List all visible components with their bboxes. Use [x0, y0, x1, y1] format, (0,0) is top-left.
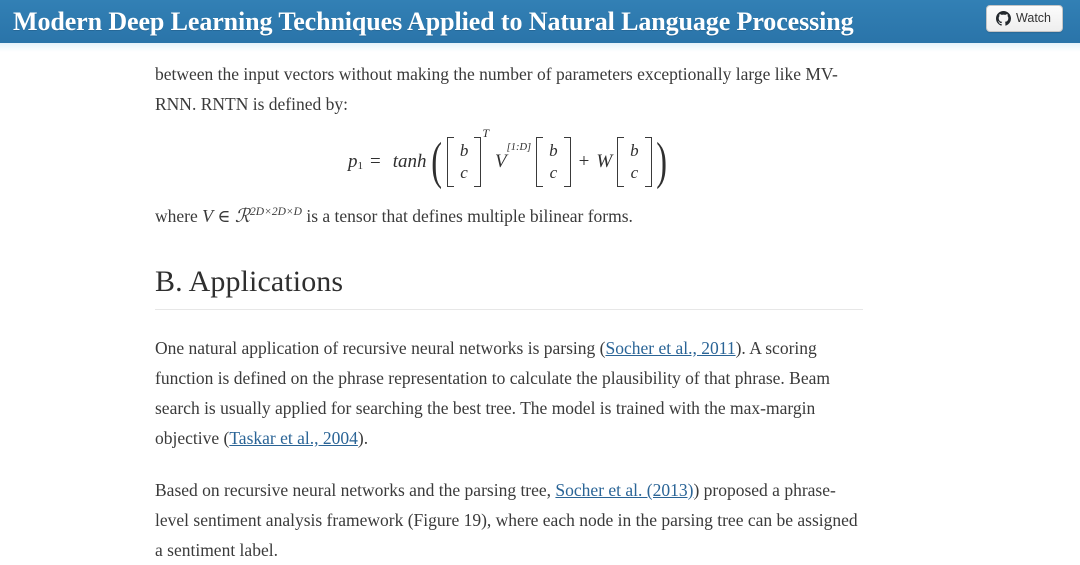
paragraph-where: where V ∈ ℛ2D×2D×D is a tensor that defi…: [155, 201, 863, 234]
paragraph-two: Based on recursive neural networks and t…: [155, 475, 863, 565]
citation-link-taskar-2004[interactable]: Taskar et al., 2004: [229, 428, 358, 448]
spacer-between-paragraphs: [155, 453, 863, 475]
equation-tensor-symbol: V: [495, 151, 507, 172]
header-underglow: [0, 43, 1080, 52]
equation-vector-3: b c: [617, 137, 652, 187]
article-content: between the input vectors without making…: [155, 52, 863, 565]
equation-vec2-bottom: c: [549, 163, 558, 182]
github-octocat-icon: [996, 11, 1012, 26]
page-title: Modern Deep Learning Techniques Applied …: [13, 6, 854, 36]
where-prefix: where: [155, 206, 203, 226]
section-heading-applications: B. Applications: [155, 234, 863, 310]
equation-equals: =: [369, 151, 381, 172]
citation-link-socher-2013[interactable]: Socher et al. (2013): [555, 480, 693, 500]
equation-function: tanh: [392, 151, 427, 172]
equation-tensor-superscript: [1:D]: [506, 142, 532, 153]
equation-plus: +: [578, 151, 590, 172]
paragraph-intro: between the input vectors without making…: [155, 64, 838, 114]
site-header: Modern Deep Learning Techniques Applied …: [0, 0, 1080, 43]
equation-matrix-w: W: [596, 151, 613, 172]
paragraph-one-part1: One natural application of recursive neu…: [155, 338, 606, 358]
where-suffix: is a tensor that defines multiple biline…: [301, 206, 633, 226]
equation-tensor: V [1:D]: [495, 142, 531, 173]
where-member-symbol: ∈: [217, 206, 231, 226]
equation-vec1-bottom: c: [460, 163, 468, 182]
page-body: between the input vectors without making…: [0, 52, 1080, 560]
paragraph-two-part1: Based on recursive neural networks and t…: [155, 480, 556, 500]
watch-button[interactable]: Watch: [986, 5, 1063, 32]
equation-lhs-subscript: 1: [357, 160, 363, 172]
equation-lhs-var: p: [347, 151, 358, 172]
where-space-symbol: ℛ: [234, 206, 251, 227]
equation-vec1-top: b: [459, 141, 469, 160]
equation-vec3-top: b: [630, 141, 639, 160]
where-var: V: [202, 206, 214, 226]
watch-button-label: Watch: [1016, 11, 1051, 25]
equation-vec3-bottom: c: [630, 163, 639, 182]
paragraph-one-part3: ).: [357, 428, 369, 448]
spacer-after-heading: [155, 310, 863, 333]
equation-vec2-top: b: [549, 141, 558, 160]
equation-vector-transposed: b c T: [446, 126, 489, 187]
equation-transpose: T: [482, 126, 489, 140]
paragraph-one: One natural application of recursive neu…: [155, 333, 863, 453]
equation-vector-2: b c: [536, 137, 571, 187]
rntn-equation: p1 = tanh ( b c T V [1:D] b c + W b c): [347, 126, 667, 190]
where-exponent: 2D×2D×D: [250, 206, 302, 218]
citation-link-socher-2011[interactable]: Socher et al., 2011: [605, 338, 735, 358]
